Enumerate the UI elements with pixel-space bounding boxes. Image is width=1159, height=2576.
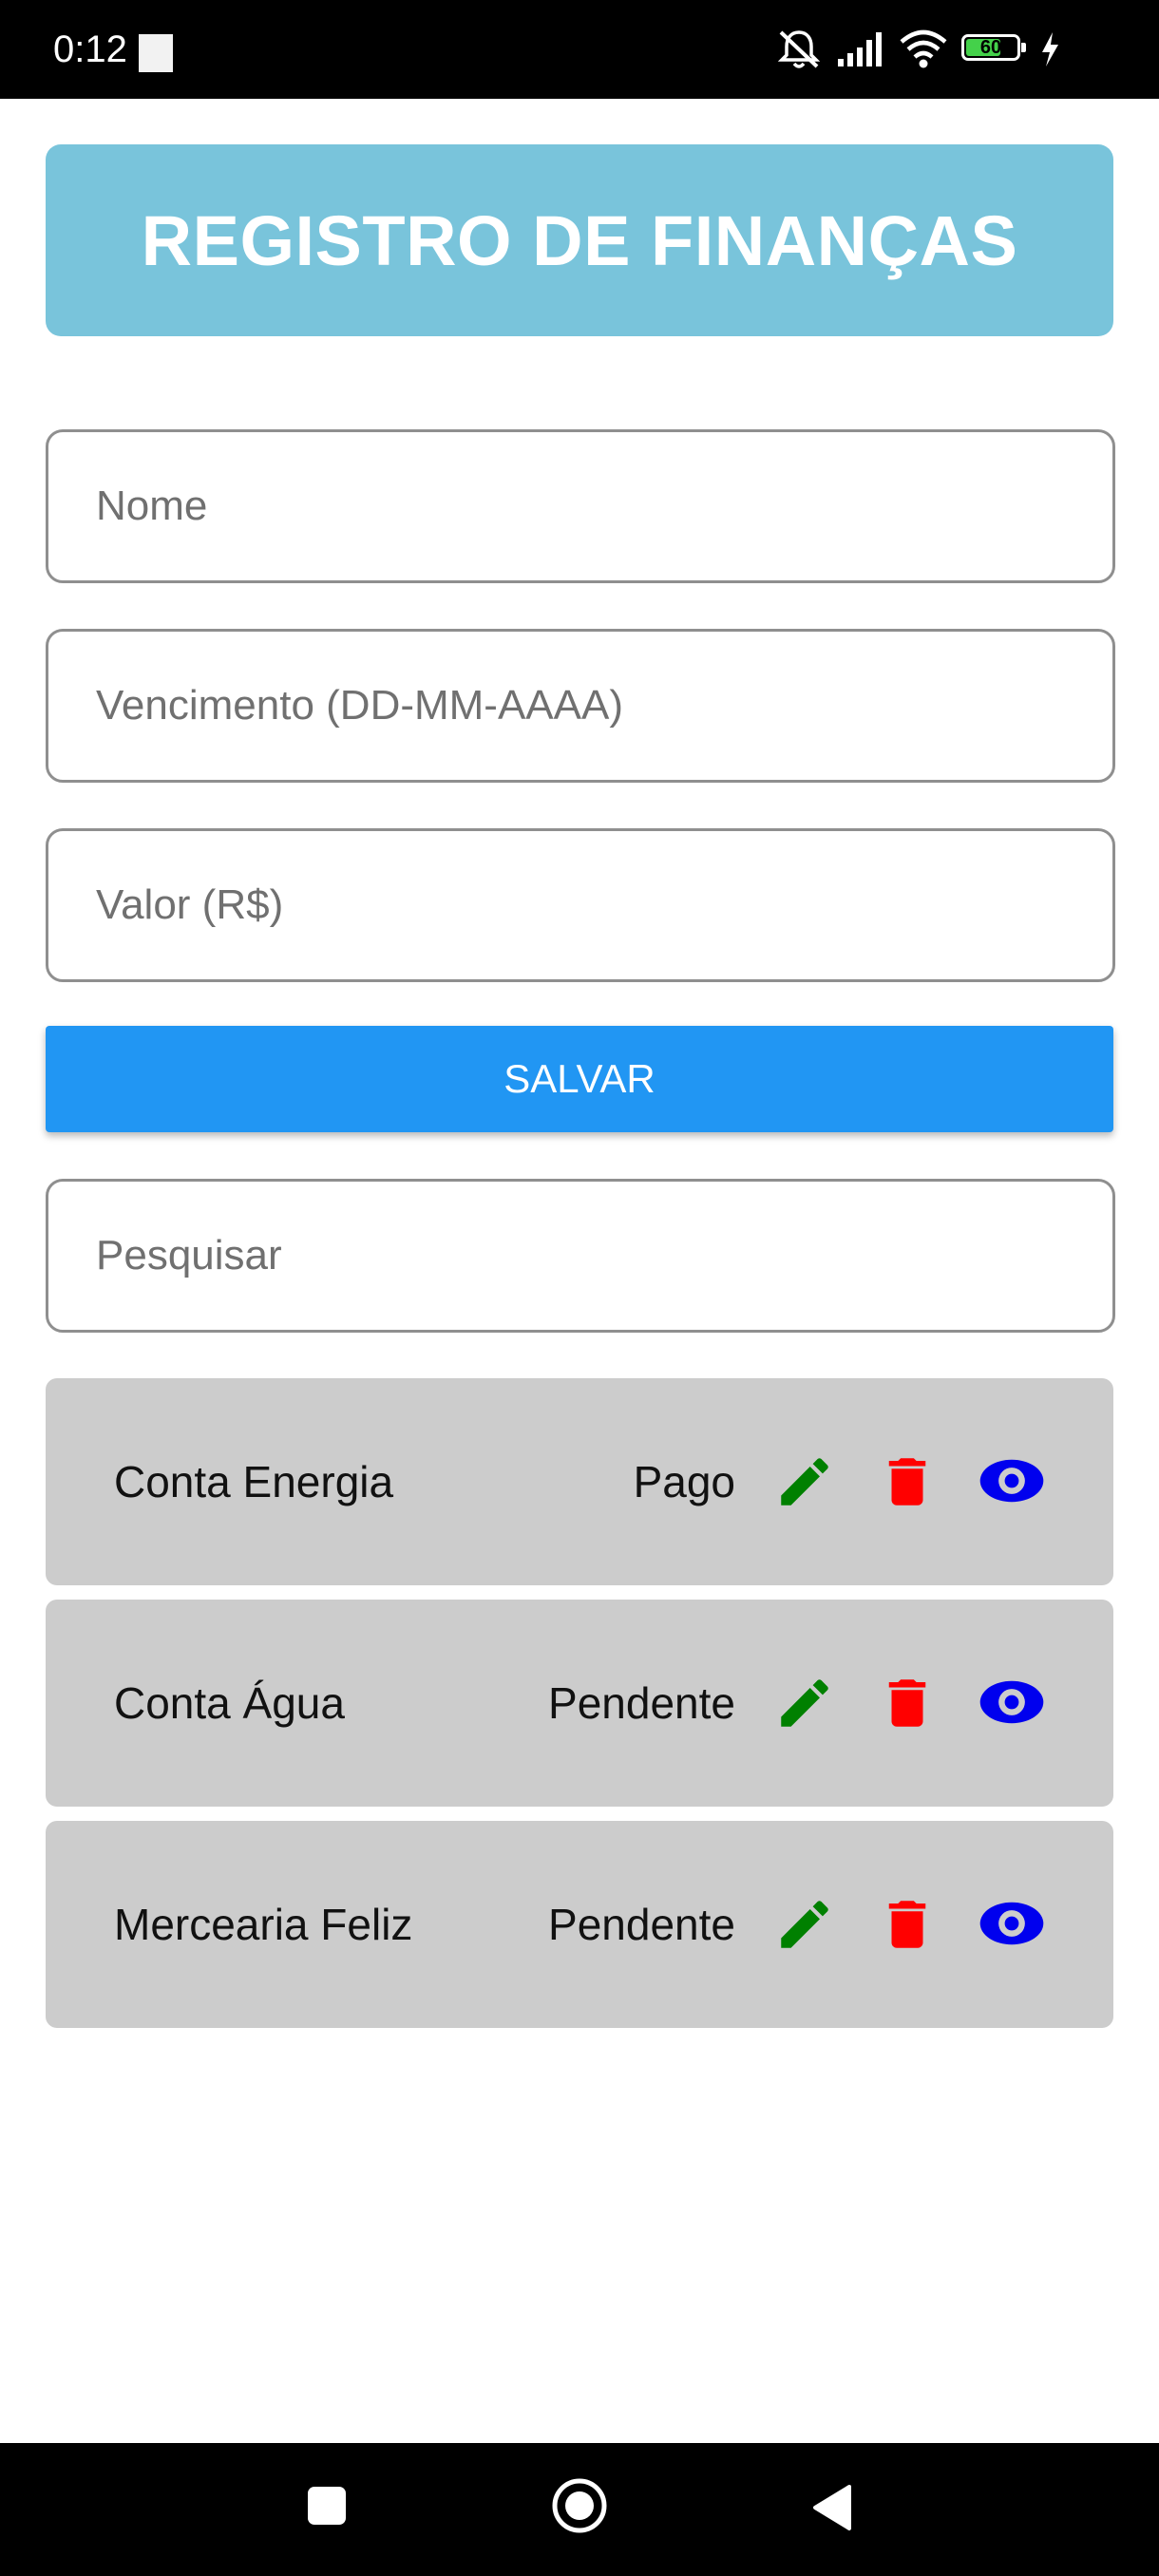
- status-bar: 0:12 60: [0, 0, 1159, 99]
- charging-icon: [1042, 32, 1058, 66]
- view-button[interactable]: [977, 1676, 1047, 1729]
- eye-icon: [979, 1680, 1044, 1724]
- save-button[interactable]: SALVAR: [46, 1026, 1113, 1132]
- edit-button[interactable]: [773, 1672, 836, 1734]
- app-header: REGISTRO DE FINANÇAS: [46, 144, 1113, 336]
- wifi-icon: [900, 29, 947, 68]
- search-field[interactable]: [46, 1179, 1115, 1333]
- pencil-icon: [781, 1679, 828, 1727]
- entry-name: Conta Energia: [114, 1457, 394, 1506]
- trash-icon: [888, 1679, 926, 1727]
- entry-status: Pendente: [548, 1900, 735, 1949]
- status-time: 0:12: [53, 28, 127, 70]
- list-item: Conta Energia Pago: [46, 1378, 1113, 1585]
- home-button[interactable]: [551, 2477, 608, 2534]
- signal-icon: [838, 32, 882, 66]
- eye-icon: [979, 1459, 1044, 1503]
- entry-status: Pendente: [548, 1678, 735, 1728]
- entry-status: Pago: [633, 1457, 735, 1506]
- battery-level: 60: [979, 37, 1002, 58]
- trash-icon: [888, 1901, 926, 1948]
- recents-button[interactable]: [306, 2485, 348, 2527]
- back-button[interactable]: [809, 2483, 853, 2532]
- view-button[interactable]: [977, 1454, 1047, 1507]
- due-date-field[interactable]: [46, 629, 1115, 783]
- pencil-icon: [781, 1901, 828, 1948]
- battery-icon: 60: [961, 34, 1028, 65]
- list-item: Mercearia Feliz Pendente: [46, 1821, 1113, 2028]
- list-item: Conta Água Pendente: [46, 1600, 1113, 1807]
- search-input[interactable]: [48, 1182, 1112, 1330]
- eye-icon: [979, 1902, 1044, 1945]
- delete-button[interactable]: [876, 1672, 939, 1734]
- amount-input[interactable]: [48, 831, 1112, 979]
- notification-icon: [139, 34, 173, 72]
- navigation-bar: [0, 2443, 1159, 2576]
- entry-name: Mercearia Feliz: [114, 1900, 413, 1949]
- mute-icon: [777, 30, 821, 68]
- page-title: REGISTRO DE FINANÇAS: [141, 200, 1018, 280]
- home-circle-icon: [552, 2478, 607, 2533]
- back-triangle-icon: [813, 2485, 851, 2530]
- square-icon: [308, 2487, 346, 2525]
- view-button[interactable]: [977, 1897, 1047, 1950]
- trash-icon: [888, 1458, 926, 1506]
- entry-name: Conta Água: [114, 1678, 345, 1728]
- edit-button[interactable]: [773, 1893, 836, 1956]
- edit-button[interactable]: [773, 1450, 836, 1513]
- name-input[interactable]: [48, 432, 1112, 580]
- due-date-input[interactable]: [48, 632, 1112, 780]
- pencil-icon: [781, 1458, 828, 1506]
- status-icons: 60: [775, 28, 1117, 70]
- delete-button[interactable]: [876, 1893, 939, 1956]
- name-field[interactable]: [46, 429, 1115, 583]
- delete-button[interactable]: [876, 1450, 939, 1513]
- amount-field[interactable]: [46, 828, 1115, 982]
